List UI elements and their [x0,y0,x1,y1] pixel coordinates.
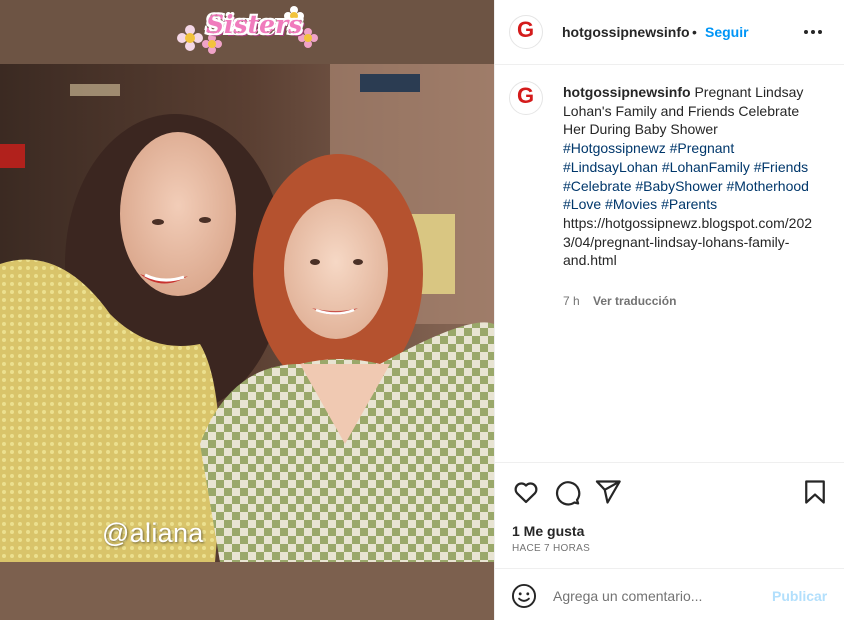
post-header: G hotgossipnewsinfo • Seguir [495,0,844,65]
caption-avatar[interactable]: G [509,81,543,115]
caption-section: G hotgossipnewsinfo Pregnant Lindsay Loh… [495,65,844,463]
post-timestamp: HACE 7 HORAS [512,543,591,554]
caption-username[interactable]: hotgossipnewsinfo [563,84,691,100]
bookmark-icon[interactable] [801,478,829,506]
hashtag[interactable]: #Motherhood [726,178,809,194]
photo-watermark: @aliana [102,518,204,548]
hashtag[interactable]: #Parents [661,196,717,212]
publish-button[interactable]: Publicar [772,588,827,604]
hashtag[interactable]: #LindsayLohan [563,159,658,175]
header-username[interactable]: hotgossipnewsinfo [562,24,690,40]
follow-button[interactable]: Seguir [705,24,749,40]
hashtag[interactable]: #Pregnant [670,140,735,156]
comment-icon[interactable] [553,478,581,506]
caption-link: https://hotgossipnewz.blogspot.com/2023/… [563,214,813,269]
likes-count[interactable]: 1 Me gusta [512,523,584,539]
hashtag[interactable]: #Friends [754,159,808,175]
hashtag[interactable]: #Movies [605,196,657,212]
post-details-panel: G hotgossipnewsinfo • Seguir G hotgossip… [494,0,844,620]
comment-input[interactable] [553,585,753,607]
more-options-button[interactable] [801,22,825,42]
media-bottom-band [0,562,494,620]
post-caption: hotgossipnewsinfo Pregnant Lindsay Lohan… [563,83,813,270]
post-media[interactable]: Sisters @aliana [0,0,494,620]
more-horizontal-icon [804,30,822,34]
share-icon[interactable] [594,478,622,506]
hashtag[interactable]: #Celebrate [563,178,632,194]
caption-meta: 7 h Ver traducción [563,294,676,308]
sisters-sticker: Sisters [176,6,326,54]
heart-icon[interactable] [512,478,540,506]
hashtag[interactable]: #Love [563,196,601,212]
emoji-icon[interactable] [511,583,537,609]
brand-logo-icon: G [517,17,535,42]
hashtag[interactable]: #BabyShower [635,178,722,194]
comment-bar: Publicar [495,568,844,620]
action-bar [495,464,844,520]
hashtag[interactable]: #LohanFamily [662,159,750,175]
post-photo [0,64,494,562]
post-age: 7 h [563,294,580,308]
hashtag[interactable]: #Hotgossipnewz [563,140,666,156]
separator-dot: • [692,24,697,40]
avatar[interactable]: G [509,15,543,49]
brand-logo-icon: G [517,83,535,108]
sticker-text: Sisters [206,10,303,39]
translate-button[interactable]: Ver traducción [593,294,676,308]
